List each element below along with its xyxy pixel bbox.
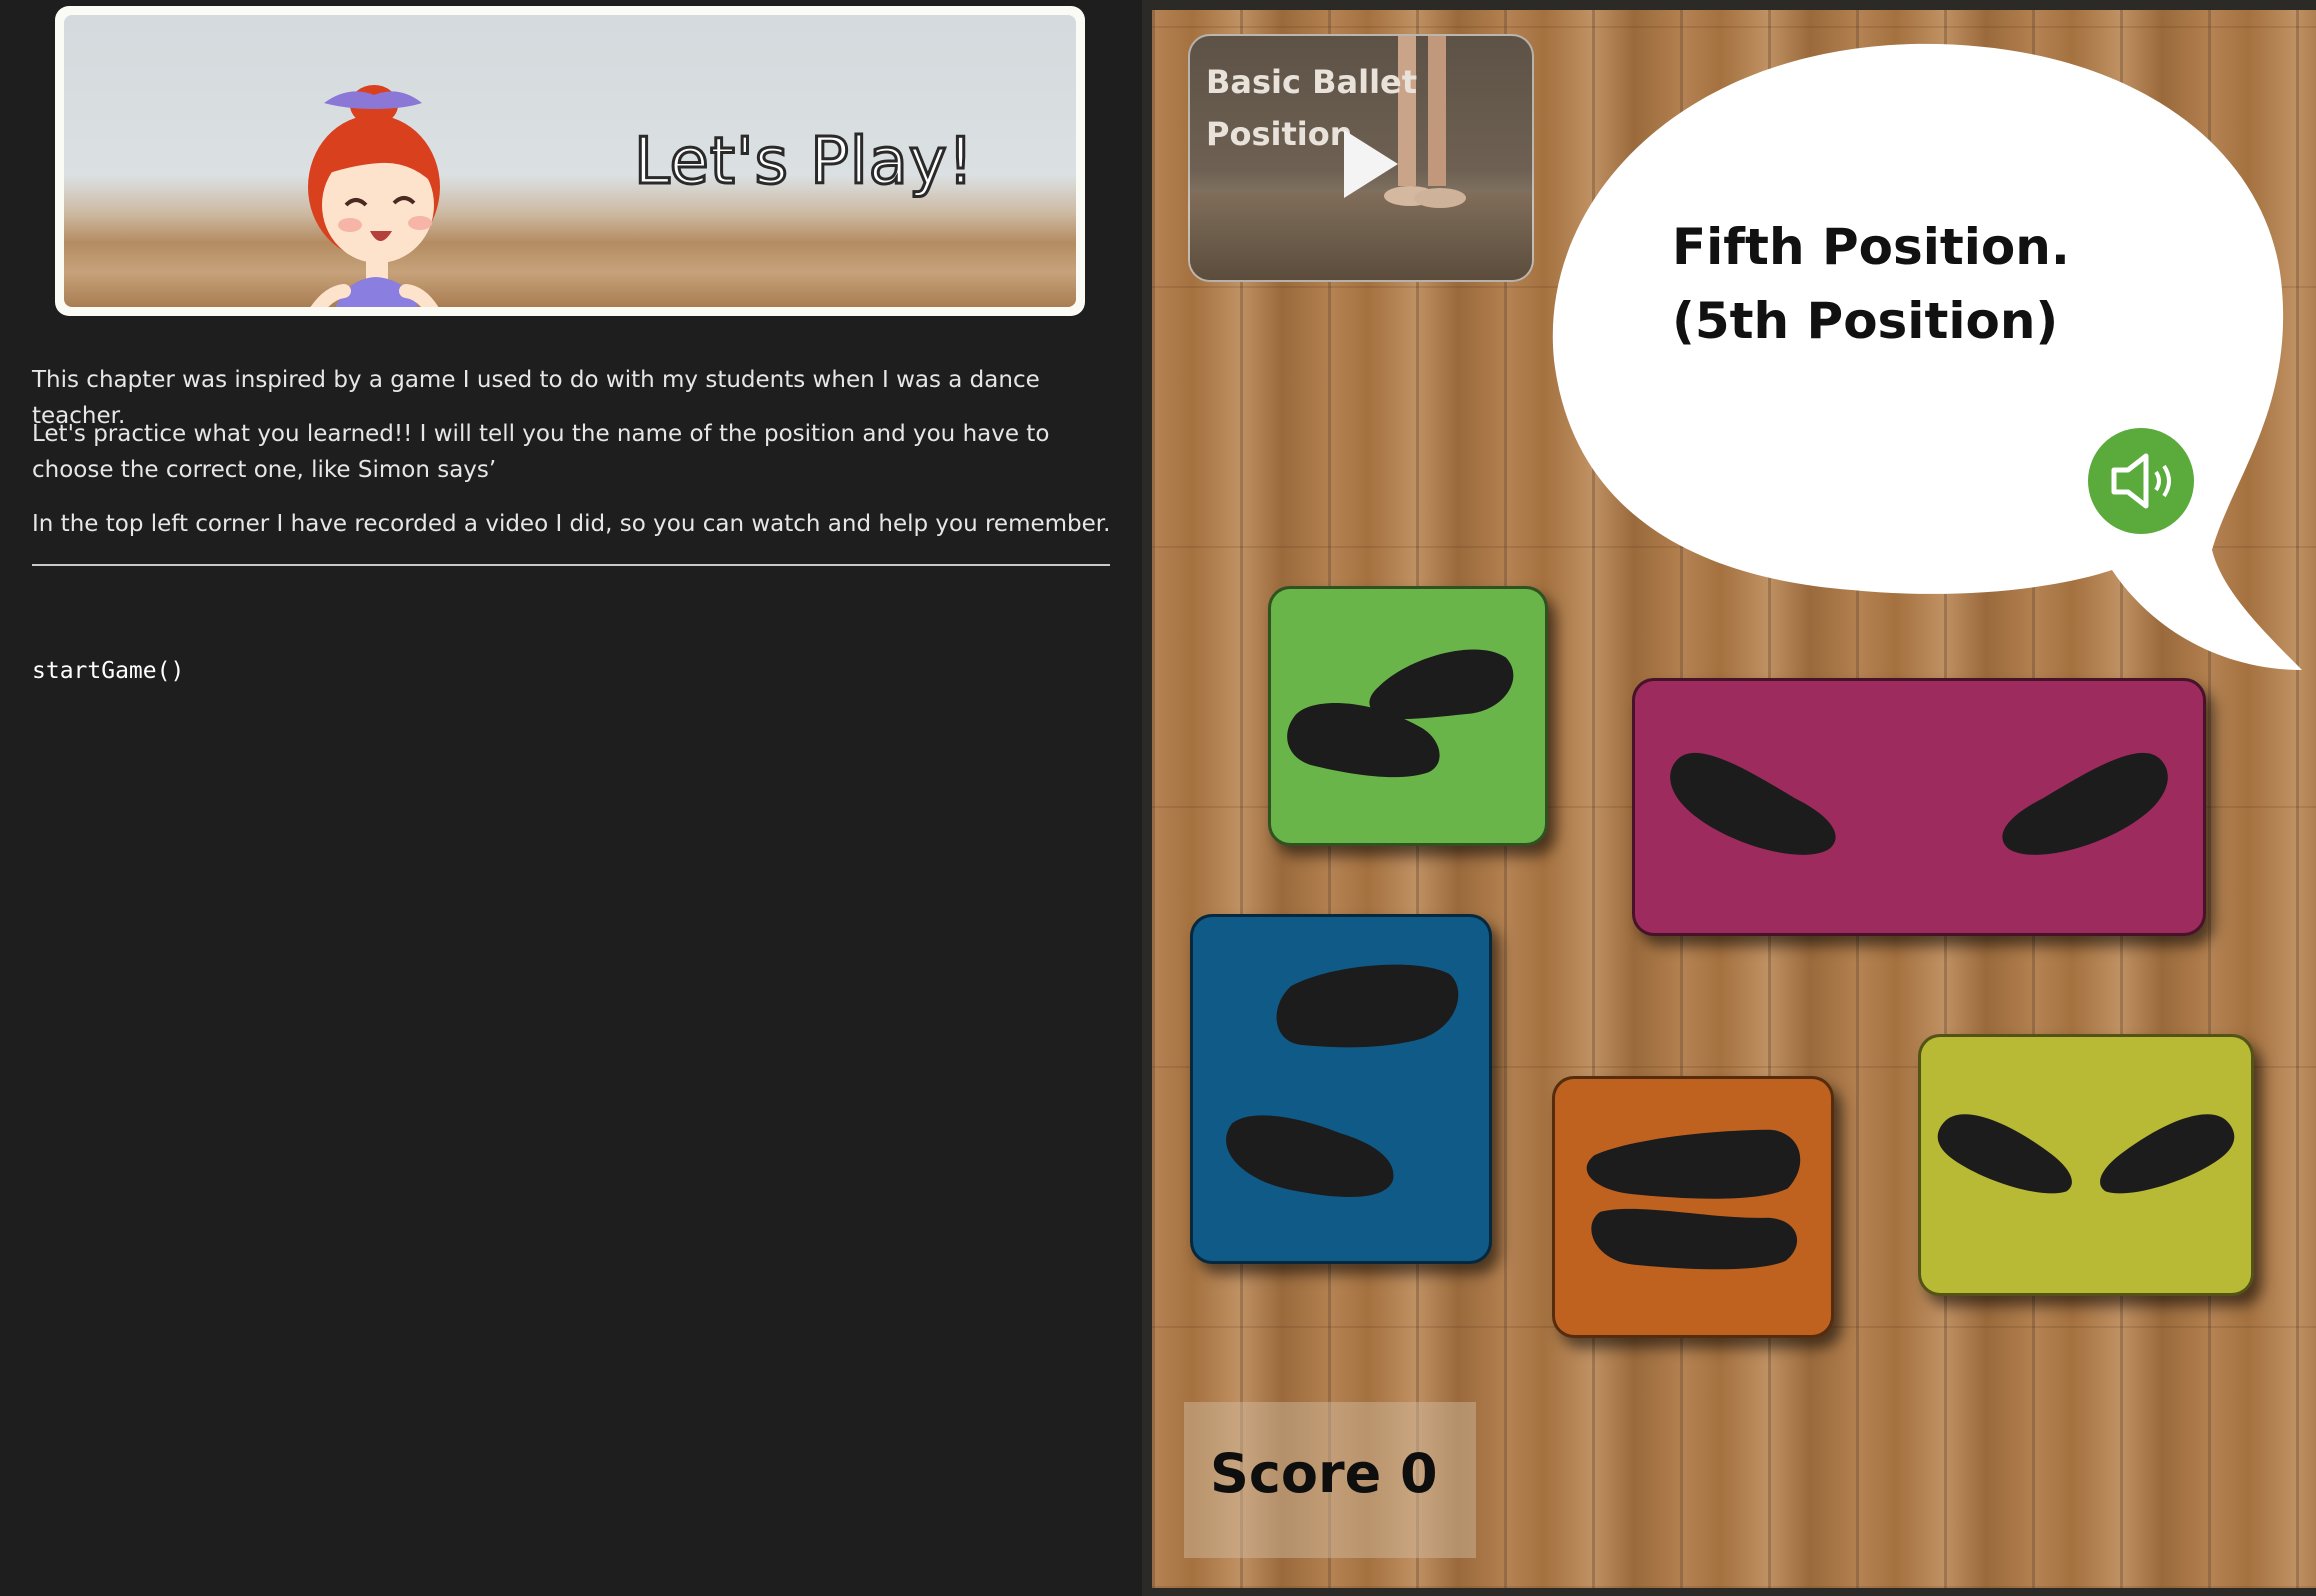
video-floor	[1190, 192, 1532, 280]
code-line[interactable]: startGame()	[32, 658, 184, 684]
divider	[32, 564, 1110, 566]
prompt-line-2: (5th Position)	[1672, 292, 2059, 350]
score-value: 0	[1400, 1442, 1438, 1505]
feet-icon	[1937, 1114, 2235, 1194]
banner-title: Let's Play!	[632, 124, 975, 201]
feet-icon	[1287, 649, 1514, 778]
game-stage: Basic Ballet Position Fifth Position. (5…	[1152, 10, 2316, 1588]
score-label: Score	[1210, 1442, 1382, 1505]
sound-button[interactable]	[2088, 428, 2194, 534]
intro-paragraph-2: Let's practice what you learned!! I will…	[32, 421, 1050, 483]
position-card-orange[interactable]	[1552, 1076, 1834, 1338]
feet-icon	[1226, 964, 1459, 1198]
dancer-girl-illustration	[308, 85, 440, 307]
speaker-icon	[2111, 453, 2171, 509]
position-card-blue[interactable]	[1190, 914, 1492, 1264]
score-panel: Score 0	[1184, 1402, 1476, 1558]
intro-paragraph-3: In the top left corner I have recorded a…	[32, 511, 1111, 537]
lets-play-banner: Let's Play!	[55, 6, 1085, 316]
position-card-lime[interactable]	[1918, 1034, 2254, 1296]
play-icon[interactable]	[1340, 128, 1400, 200]
feet-icon	[1586, 1129, 1801, 1270]
banner-image: Let's Play!	[64, 15, 1076, 307]
speech-bubble	[1552, 43, 2302, 670]
playground-text-panel: Let's Play! This chapter was inspired by…	[0, 0, 1142, 1596]
position-prompt: Fifth Position. (5th Position)	[1672, 210, 2192, 358]
position-card-magenta[interactable]	[1632, 678, 2206, 936]
prompt-line-1: Fifth Position.	[1672, 218, 2070, 276]
feet-icon	[1670, 752, 2168, 855]
position-card-green[interactable]	[1268, 586, 1548, 846]
video-thumbnail[interactable]: Basic Ballet Position	[1188, 34, 1534, 282]
